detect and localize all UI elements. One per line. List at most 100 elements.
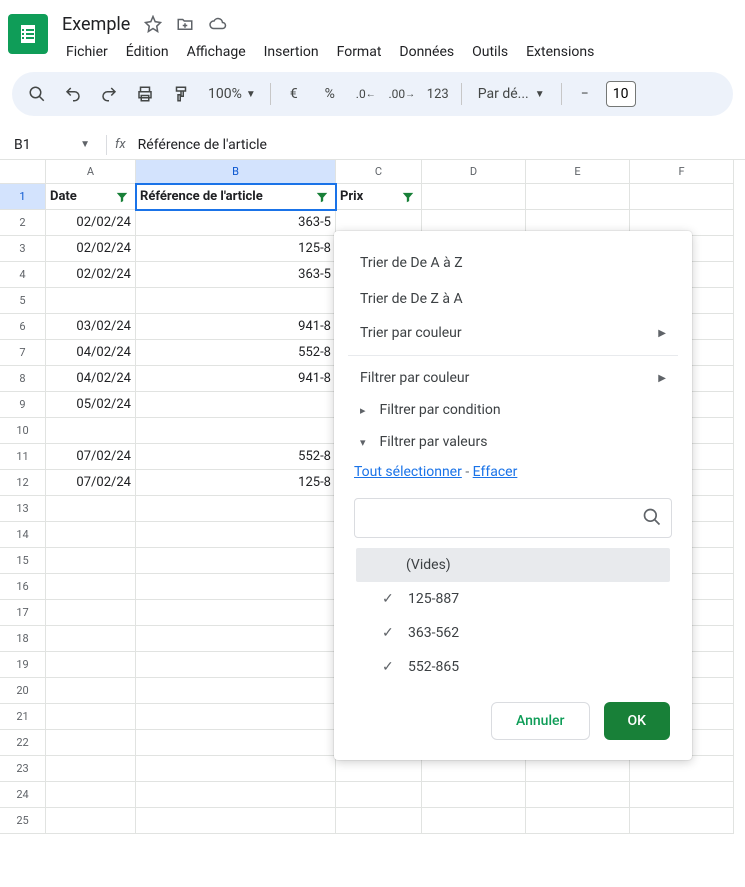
menu-format[interactable]: Format (329, 40, 390, 64)
row-header[interactable]: 7 (0, 340, 46, 366)
row-header[interactable]: 5 (0, 288, 46, 314)
cell[interactable]: 04/02/24 (46, 366, 136, 392)
filter-icon[interactable] (113, 188, 131, 206)
row-header[interactable]: 15 (0, 548, 46, 574)
row-header[interactable]: 18 (0, 626, 46, 652)
cell[interactable]: Date (46, 184, 136, 210)
row-header[interactable]: 8 (0, 366, 46, 392)
cell[interactable] (630, 782, 734, 808)
cell[interactable]: 07/02/24 (46, 444, 136, 470)
filter-value-item[interactable]: ✓552-865 (356, 650, 670, 684)
row-header[interactable]: 16 (0, 574, 46, 600)
column-header[interactable]: D (422, 160, 526, 184)
cell[interactable]: 02/02/24 (46, 210, 136, 236)
cell[interactable] (136, 808, 336, 834)
cell[interactable] (526, 782, 630, 808)
cell[interactable] (630, 808, 734, 834)
cloud-icon[interactable] (208, 15, 228, 33)
menu-insertion[interactable]: Insertion (256, 40, 327, 64)
filter-by-color[interactable]: Filtrer par couleur▶ (334, 362, 692, 394)
move-icon[interactable] (176, 15, 194, 33)
filter-value-item[interactable]: ✓363-562 (356, 616, 670, 650)
row-header[interactable]: 2 (0, 210, 46, 236)
clear-link[interactable]: Effacer (473, 464, 518, 480)
cell[interactable]: 05/02/24 (46, 392, 136, 418)
cell[interactable] (136, 678, 336, 704)
column-header[interactable]: F (630, 160, 734, 184)
filter-icon[interactable] (399, 188, 417, 206)
cell[interactable] (136, 756, 336, 782)
cell[interactable]: 125-8 (136, 236, 336, 262)
sort-az[interactable]: Trier de De A à Z (334, 245, 692, 281)
currency-button[interactable]: € (279, 79, 309, 109)
cell[interactable] (136, 392, 336, 418)
cell[interactable]: 125-8 (136, 470, 336, 496)
star-icon[interactable] (144, 15, 162, 33)
row-header[interactable]: 9 (0, 392, 46, 418)
row-header[interactable]: 24 (0, 782, 46, 808)
select-all-corner[interactable] (0, 160, 46, 184)
doc-title[interactable]: Exemple (58, 12, 134, 37)
cell[interactable] (46, 730, 136, 756)
cell[interactable]: Prix (336, 184, 422, 210)
cell[interactable] (46, 808, 136, 834)
cell[interactable] (136, 574, 336, 600)
ok-button[interactable]: OK (604, 702, 671, 740)
row-header[interactable]: 12 (0, 470, 46, 496)
sort-za[interactable]: Trier de De Z à A (334, 281, 692, 317)
cell[interactable] (336, 782, 422, 808)
cell[interactable] (422, 184, 526, 210)
cell[interactable] (46, 548, 136, 574)
cell[interactable] (136, 548, 336, 574)
cell[interactable] (526, 184, 630, 210)
cell[interactable] (422, 782, 526, 808)
cell[interactable] (46, 418, 136, 444)
cell[interactable] (526, 808, 630, 834)
cell[interactable]: 941-8 (136, 366, 336, 392)
cell[interactable] (46, 288, 136, 314)
cell[interactable] (46, 782, 136, 808)
menu-affichage[interactable]: Affichage (179, 40, 254, 64)
cell[interactable] (136, 782, 336, 808)
cell[interactable] (46, 626, 136, 652)
filter-value-blank[interactable]: (Vides) (356, 548, 670, 582)
cell[interactable] (46, 496, 136, 522)
cell[interactable] (422, 808, 526, 834)
cell[interactable] (136, 496, 336, 522)
cell[interactable]: 02/02/24 (46, 262, 136, 288)
row-header[interactable]: 14 (0, 522, 46, 548)
cell[interactable] (136, 626, 336, 652)
row-header[interactable]: 17 (0, 600, 46, 626)
cell[interactable]: 363-5 (136, 262, 336, 288)
cell[interactable] (46, 522, 136, 548)
cell[interactable]: 363-5 (136, 210, 336, 236)
search-icon[interactable] (22, 79, 52, 109)
row-header[interactable]: 23 (0, 756, 46, 782)
cell[interactable] (336, 808, 422, 834)
cell[interactable]: 552-8 (136, 444, 336, 470)
cell[interactable] (136, 652, 336, 678)
filter-by-condition[interactable]: Filtrer par condition (334, 394, 692, 426)
redo-icon[interactable] (94, 79, 124, 109)
formula-input[interactable]: Référence de l'article (138, 137, 267, 153)
cell[interactable] (46, 678, 136, 704)
cancel-button[interactable]: Annuler (491, 702, 590, 740)
cell[interactable] (136, 600, 336, 626)
column-header[interactable]: C (336, 160, 422, 184)
row-header[interactable]: 19 (0, 652, 46, 678)
row-header[interactable]: 21 (0, 704, 46, 730)
column-header[interactable]: B (136, 160, 336, 184)
row-header[interactable]: 11 (0, 444, 46, 470)
row-header[interactable]: 4 (0, 262, 46, 288)
filter-icon[interactable] (313, 188, 331, 206)
row-header[interactable]: 20 (0, 678, 46, 704)
percent-button[interactable]: % (315, 79, 345, 109)
column-header[interactable]: A (46, 160, 136, 184)
zoom-dropdown[interactable]: 100%▼ (202, 86, 262, 102)
filter-by-values[interactable]: Filtrer par valeurs (334, 426, 692, 458)
row-header[interactable]: 1 (0, 184, 46, 210)
cell[interactable] (46, 574, 136, 600)
font-dropdown[interactable]: Par dé...▼ (470, 86, 553, 102)
cell[interactable]: 941-8 (136, 314, 336, 340)
cell[interactable] (136, 288, 336, 314)
